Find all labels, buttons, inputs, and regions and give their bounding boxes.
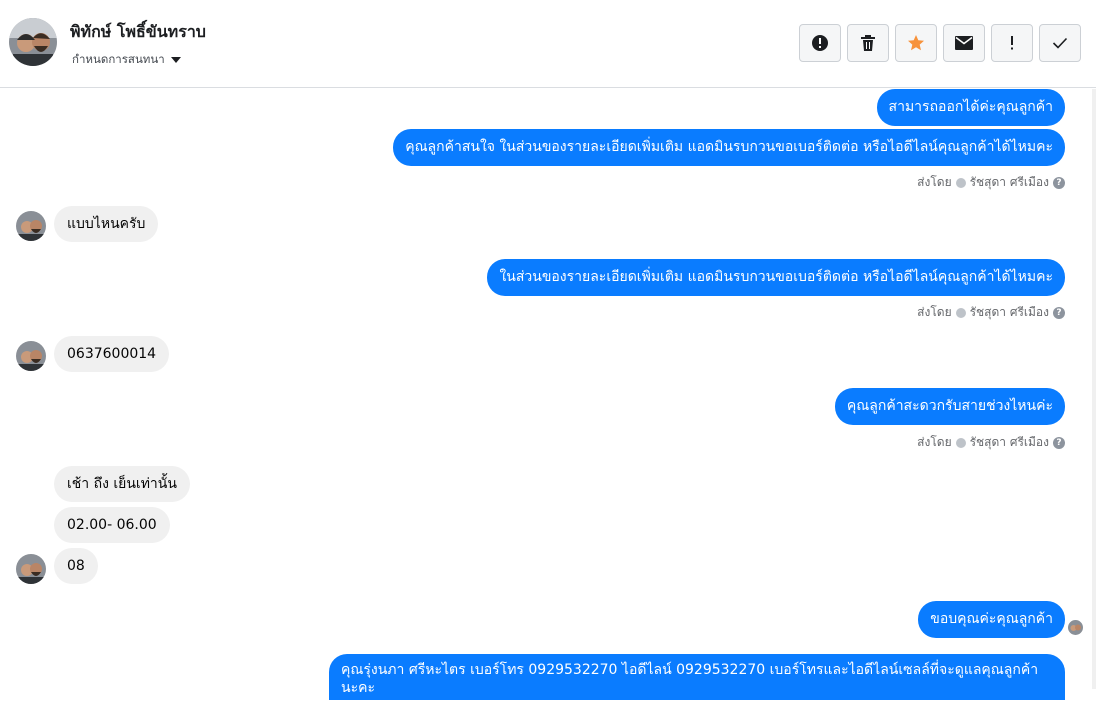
message-incoming[interactable]: 02.00- 06.00 (54, 507, 170, 543)
message-incoming[interactable]: เช้า ถึง เย็นเท่านั้น (54, 466, 190, 502)
message-outgoing[interactable]: ขอบคุณค่ะคุณลูกค้า (918, 601, 1065, 638)
mark-done-button[interactable] (1039, 24, 1081, 62)
message-outgoing[interactable]: คุณลูกค้าสะดวกรับสายช่วงไหนค่ะ (834, 388, 1065, 425)
sent-by-prefix: ส่งโดย (917, 175, 952, 189)
star-button[interactable] (895, 24, 937, 62)
sent-by-prefix: ส่งโดย (917, 305, 952, 319)
message-outgoing[interactable]: ในส่วนของรายละเอียดเพิ่มเติม แอดมินรบกวน… (487, 259, 1065, 296)
contact-avatar-small[interactable] (16, 341, 46, 371)
message-incoming[interactable]: 08 (54, 548, 98, 584)
contact-avatar-small[interactable] (16, 554, 46, 584)
sent-by-prefix: ส่งโดย (917, 435, 952, 449)
verified-check-icon (955, 307, 966, 318)
contact-name[interactable]: พิทักษ์ โพธิ์ขันทราบ (70, 20, 206, 45)
delete-button[interactable] (847, 24, 889, 62)
sent-by-line: ส่งโดย รัชสุดา ศรีเมือง ? (917, 433, 1065, 452)
message-thread: สามารถออกได้ค่ะคุณลูกค้า คุณลูกค้าสนใจ ใ… (0, 89, 1096, 709)
assign-conversation-label: กำหนดการสนทนา (72, 52, 165, 66)
star-icon (908, 35, 924, 51)
mark-unread-button[interactable] (943, 24, 985, 62)
envelope-icon (955, 36, 973, 50)
sent-by-agent: รัชสุดา ศรีเมือง (969, 305, 1049, 319)
exclamation-icon (1011, 36, 1013, 50)
sent-by-line: ส่งโดย รัชสุดา ศรีเมือง ? (917, 303, 1065, 322)
message-outgoing[interactable]: สามารถออกได้ค่ะคุณลูกค้า (876, 89, 1065, 126)
report-spam-button[interactable] (799, 24, 841, 62)
help-icon[interactable]: ? (1053, 436, 1065, 449)
conversation-header: พิทักษ์ โพธิ์ขันทราบ กำหนดการสนทนา (0, 0, 1096, 88)
help-icon[interactable]: ? (1053, 176, 1065, 189)
assign-conversation-dropdown[interactable]: กำหนดการสนทนา (72, 51, 181, 69)
check-icon (1052, 37, 1068, 49)
sent-by-agent: รัชสุดา ศรีเมือง (969, 175, 1049, 189)
caret-down-icon (170, 57, 181, 63)
verified-check-icon (955, 437, 966, 448)
contact-avatar-small[interactable] (16, 211, 46, 241)
thread-scrollbar[interactable] (1092, 89, 1096, 689)
alert-circle-icon (812, 35, 828, 51)
conversation-toolbar (799, 24, 1081, 62)
trash-icon (861, 35, 875, 51)
message-incoming[interactable]: 0637600014 (54, 336, 170, 372)
contact-avatar[interactable] (9, 18, 57, 66)
message-incoming[interactable]: แบบไหนครับ (54, 206, 159, 242)
sent-by-agent: รัชสุดา ศรีเมือง (969, 435, 1049, 449)
help-icon[interactable]: ? (1053, 306, 1065, 319)
message-outgoing[interactable]: คุณลูกค้าสนใจ ในส่วนของรายละเอียดเพิ่มเต… (393, 129, 1065, 166)
message-outgoing[interactable]: คุณรุ่งนภา ศรีหะไตร เบอร์โทร 0929532270 … (329, 654, 1065, 700)
verified-check-icon (955, 177, 966, 188)
sent-by-line: ส่งโดย รัชสุดา ศรีเมือง ? (917, 173, 1065, 192)
follow-up-button[interactable] (991, 24, 1033, 62)
seen-avatar (1068, 620, 1083, 635)
